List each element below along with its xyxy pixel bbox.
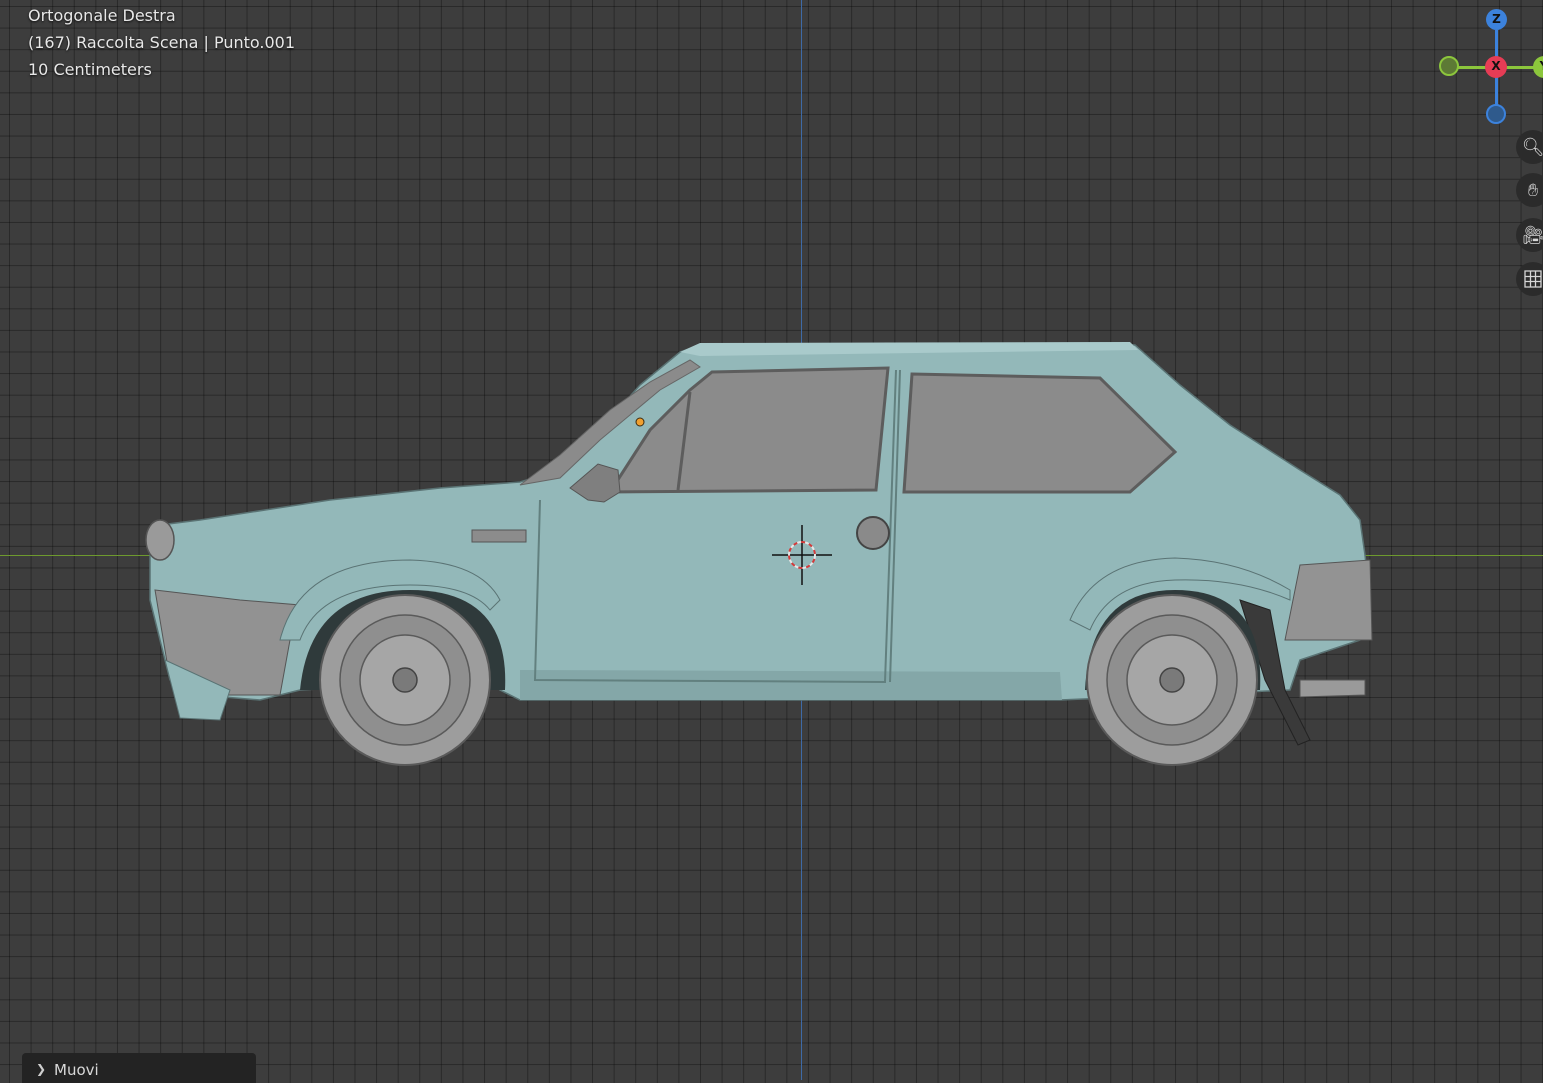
hand-pan-icon[interactable]: ✋︎ xyxy=(1516,173,1543,207)
grid-icon[interactable] xyxy=(1516,262,1543,296)
z-axis-ball[interactable]: Z xyxy=(1486,9,1507,30)
neg-z-axis-ball[interactable] xyxy=(1486,104,1506,124)
operator-panel[interactable]: ❯ Muovi xyxy=(22,1053,256,1083)
x-axis-ball[interactable]: X xyxy=(1485,56,1507,78)
zoom-icon[interactable]: 🔍︎ xyxy=(1516,130,1543,164)
chevron-right-icon[interactable]: ❯ xyxy=(36,1062,46,1076)
front-wheel xyxy=(319,594,491,766)
3d-cursor-icon xyxy=(772,525,832,585)
rear-wheel xyxy=(1086,594,1258,766)
camera-icon[interactable]: 🎥︎ xyxy=(1516,218,1543,252)
neg-y-axis-ball[interactable] xyxy=(1439,56,1459,76)
operator-panel-label: Muovi xyxy=(54,1061,99,1079)
y-axis-ball[interactable]: Y xyxy=(1533,56,1543,78)
fuel-cap xyxy=(856,516,890,550)
navigation-gizmo[interactable]: Z X Y xyxy=(1430,0,1543,130)
